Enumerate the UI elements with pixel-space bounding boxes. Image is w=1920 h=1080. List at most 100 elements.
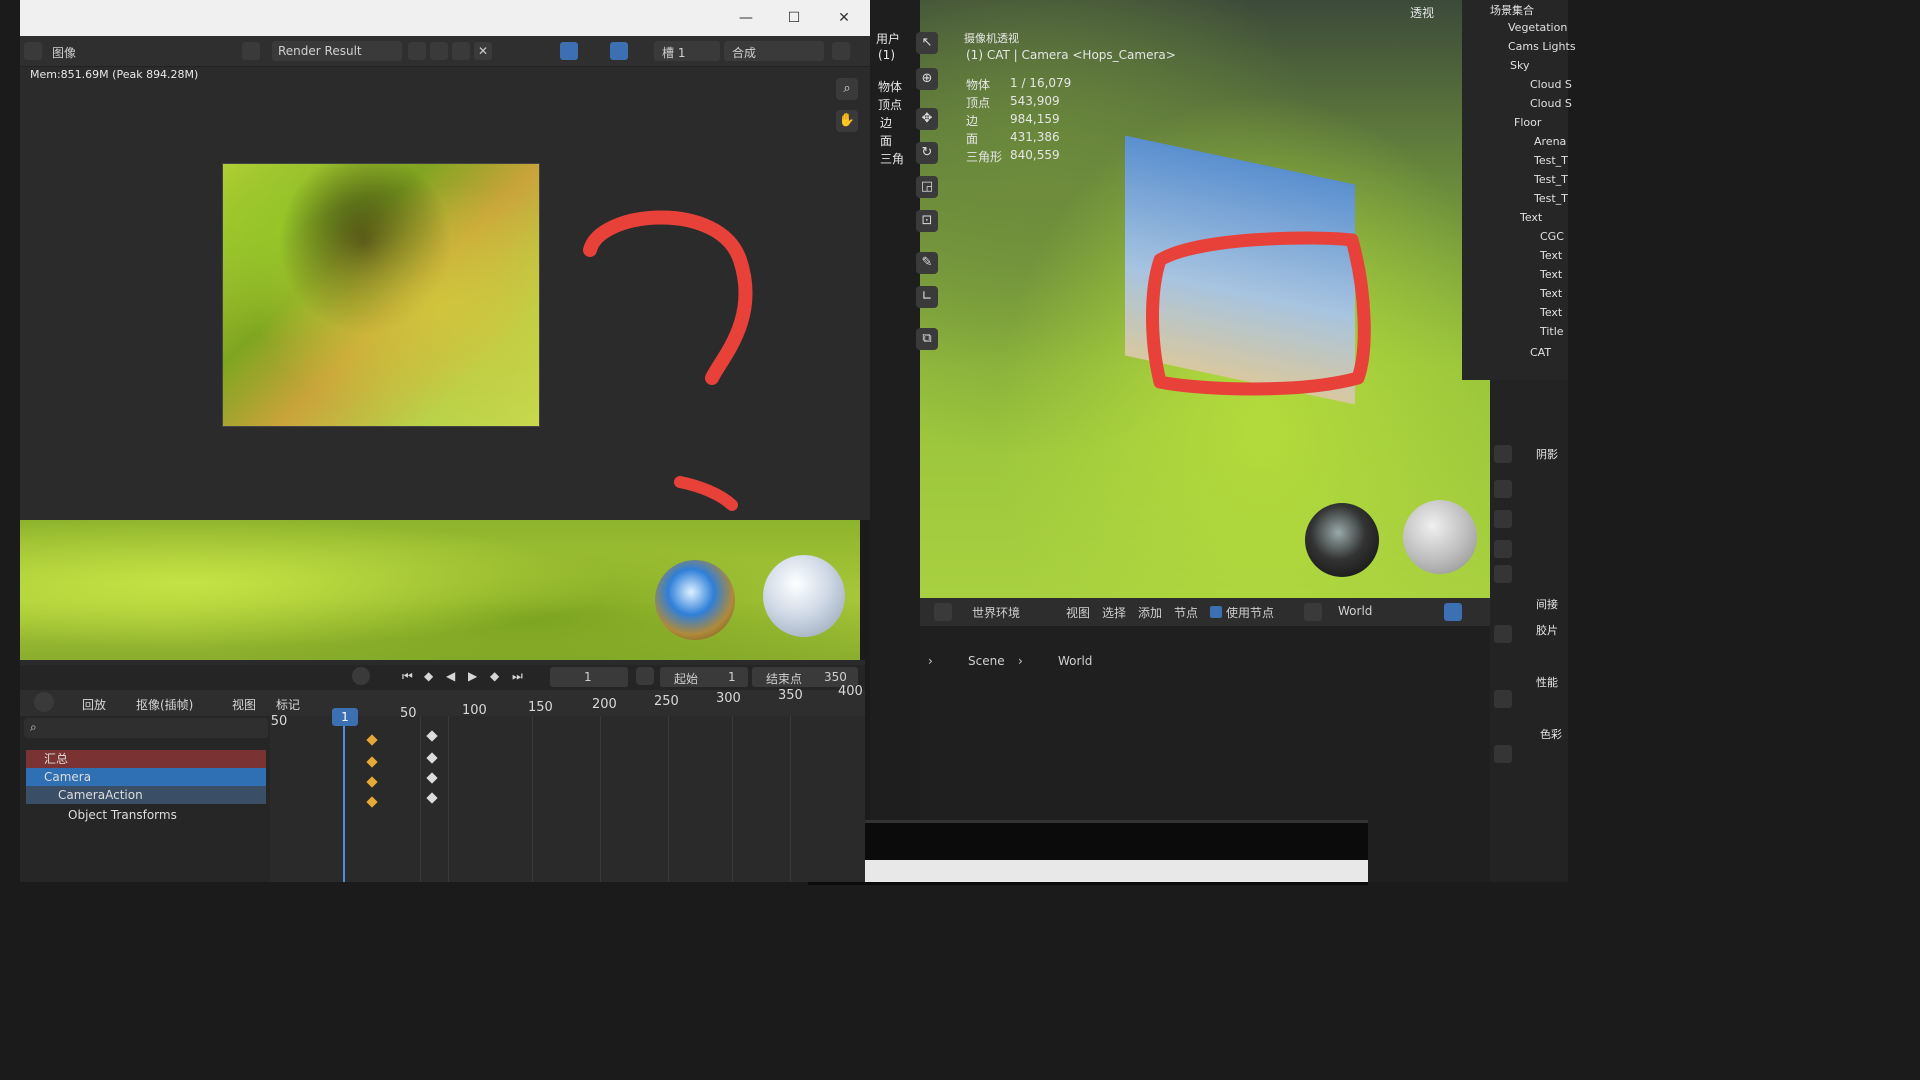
shield-icon[interactable]	[1444, 603, 1462, 621]
props-section[interactable]: 色彩	[1540, 726, 1562, 742]
record-icon[interactable]	[352, 667, 370, 685]
props-section[interactable]: 胶片	[1536, 622, 1558, 638]
menu-playback[interactable]: 回放	[82, 696, 106, 713]
outliner-item[interactable]: Test_T	[1534, 154, 1568, 167]
breadcrumb-world[interactable]: World	[1058, 654, 1092, 668]
menu-view[interactable]: 图像	[52, 44, 76, 61]
outliner-item[interactable]: Text	[1520, 211, 1542, 224]
outliner-item[interactable]: Text	[1540, 287, 1562, 300]
props-section[interactable]: 间接	[1536, 596, 1558, 612]
stopwatch-icon[interactable]	[636, 667, 654, 685]
view-layer-icon[interactable]	[1494, 510, 1512, 528]
add-cube-tool-icon[interactable]: ⧉	[916, 328, 938, 350]
minimize-button[interactable]: —	[734, 8, 758, 28]
playhead-frame-badge[interactable]: 1	[332, 708, 358, 726]
outliner-item[interactable]: Text	[1540, 306, 1562, 319]
outliner-item[interactable]: CGC	[1540, 230, 1564, 243]
render-props-icon[interactable]	[1494, 445, 1512, 463]
props-section[interactable]: 阴影	[1536, 446, 1558, 462]
pan-hand-icon[interactable]: ✋	[836, 110, 858, 132]
outliner-item[interactable]: Test_T	[1534, 173, 1568, 186]
outliner-item[interactable]: Cloud S	[1530, 97, 1572, 110]
frame-gridline	[448, 716, 449, 882]
timeline-keyframe-area[interactable]	[270, 716, 865, 882]
object-props-icon[interactable]	[1494, 625, 1512, 643]
next-key-icon[interactable]: ◆	[490, 669, 499, 683]
props-section[interactable]: 性能	[1536, 674, 1558, 690]
current-frame: 1	[584, 670, 592, 684]
data-props-icon[interactable]	[1494, 745, 1512, 763]
zoom-icon[interactable]: ⌕	[836, 78, 858, 100]
world-env-dropdown[interactable]: 世界环境	[972, 604, 1020, 621]
outliner-item[interactable]: Text	[1540, 249, 1562, 262]
menu-node[interactable]: 节点	[1174, 604, 1198, 621]
start-frame-field[interactable]: 起始 1	[660, 667, 748, 687]
physics-props-icon[interactable]	[1494, 690, 1512, 708]
outliner-item[interactable]: Title	[1540, 325, 1564, 338]
stat-value: 543,909	[1010, 94, 1060, 108]
measure-tool-icon[interactable]: ∟	[916, 286, 938, 308]
view-options-icon[interactable]	[832, 42, 850, 60]
folder-icon[interactable]	[452, 42, 470, 60]
outliner-item[interactable]: Arena	[1534, 135, 1566, 148]
play-icon[interactable]: ▶	[468, 669, 477, 683]
image-name-field[interactable]: Render Result	[272, 41, 402, 61]
channel-action[interactable]: CameraAction	[26, 786, 266, 804]
channel-object-transforms[interactable]: Object Transforms	[26, 806, 266, 824]
jump-start-icon[interactable]: ⏮	[402, 669, 413, 684]
playhead-line[interactable]	[343, 716, 345, 882]
world-name[interactable]: World	[1338, 604, 1372, 618]
channel-summary[interactable]: 汇总	[26, 750, 266, 768]
editor-type-icon[interactable]	[34, 692, 54, 712]
editor-type-icon[interactable]	[24, 42, 42, 60]
outliner-item[interactable]: Text	[1540, 268, 1562, 281]
display-channels-icon[interactable]	[610, 42, 628, 60]
outliner-item[interactable]: Vegetation	[1508, 21, 1567, 34]
side-label: 用户	[876, 32, 901, 46]
scale-tool-icon[interactable]: ◲	[916, 176, 938, 198]
fake-user-shield-icon[interactable]	[408, 42, 426, 60]
scene-props-icon[interactable]	[1494, 540, 1512, 558]
duplicate-icon[interactable]	[430, 42, 448, 60]
current-frame-field[interactable]: 1	[550, 667, 628, 687]
move-tool-icon[interactable]: ✥	[916, 108, 938, 130]
world-props-icon[interactable]	[1494, 565, 1512, 583]
sample-tool-icon[interactable]	[560, 42, 578, 60]
menu-select[interactable]: 选择	[1102, 604, 1126, 621]
menu-add[interactable]: 添加	[1138, 604, 1162, 621]
menu-keying[interactable]: 抠像(插帧)	[136, 696, 193, 713]
outliner-item[interactable]: Sky	[1510, 59, 1529, 72]
select-tool-icon[interactable]: ↖	[916, 32, 938, 54]
viewport-dark-sphere	[1305, 503, 1379, 577]
breadcrumb-scene[interactable]: Scene	[968, 654, 1005, 668]
rotate-tool-icon[interactable]: ↻	[916, 142, 938, 164]
world-icon[interactable]	[1304, 603, 1322, 621]
slot-dropdown[interactable]: 槽 1	[654, 41, 720, 61]
outliner-item[interactable]: Cloud S	[1530, 78, 1572, 91]
close-icon[interactable]: ✕	[474, 42, 492, 60]
prev-key-icon[interactable]: ◆	[424, 669, 433, 683]
editor-type-icon[interactable]	[934, 603, 952, 621]
play-reverse-icon[interactable]: ◀	[446, 669, 455, 683]
close-button[interactable]: ✕	[832, 8, 856, 28]
frame-gridline	[732, 716, 733, 882]
menu-view[interactable]: 视图	[232, 696, 256, 713]
channel-search-input[interactable]: ⌕	[24, 718, 268, 738]
menu-marker[interactable]: 标记	[276, 696, 300, 713]
jump-end-icon[interactable]: ⏭	[512, 669, 523, 684]
maximize-button[interactable]: ☐	[782, 8, 806, 28]
layer-dropdown[interactable]: 合成	[724, 41, 824, 61]
outliner-item[interactable]: Floor	[1514, 116, 1541, 129]
outliner-item[interactable]: Test_T	[1534, 192, 1568, 205]
cursor-tool-icon[interactable]: ⊕	[916, 68, 938, 90]
annotate-tool-icon[interactable]: ✎	[916, 252, 938, 274]
image-browse-icon[interactable]	[242, 42, 260, 60]
menu-view[interactable]: 视图	[1066, 604, 1090, 621]
output-props-icon[interactable]	[1494, 480, 1512, 498]
outliner-item[interactable]: Cams Lights	[1508, 40, 1576, 53]
use-nodes-checkbox[interactable]	[1210, 606, 1222, 618]
channel-camera[interactable]: Camera	[26, 768, 266, 786]
transform-tool-icon[interactable]: ⊡	[916, 210, 938, 232]
view-mode-dropdown[interactable]: 透视	[1410, 4, 1434, 21]
outliner-item[interactable]: CAT	[1530, 346, 1551, 359]
